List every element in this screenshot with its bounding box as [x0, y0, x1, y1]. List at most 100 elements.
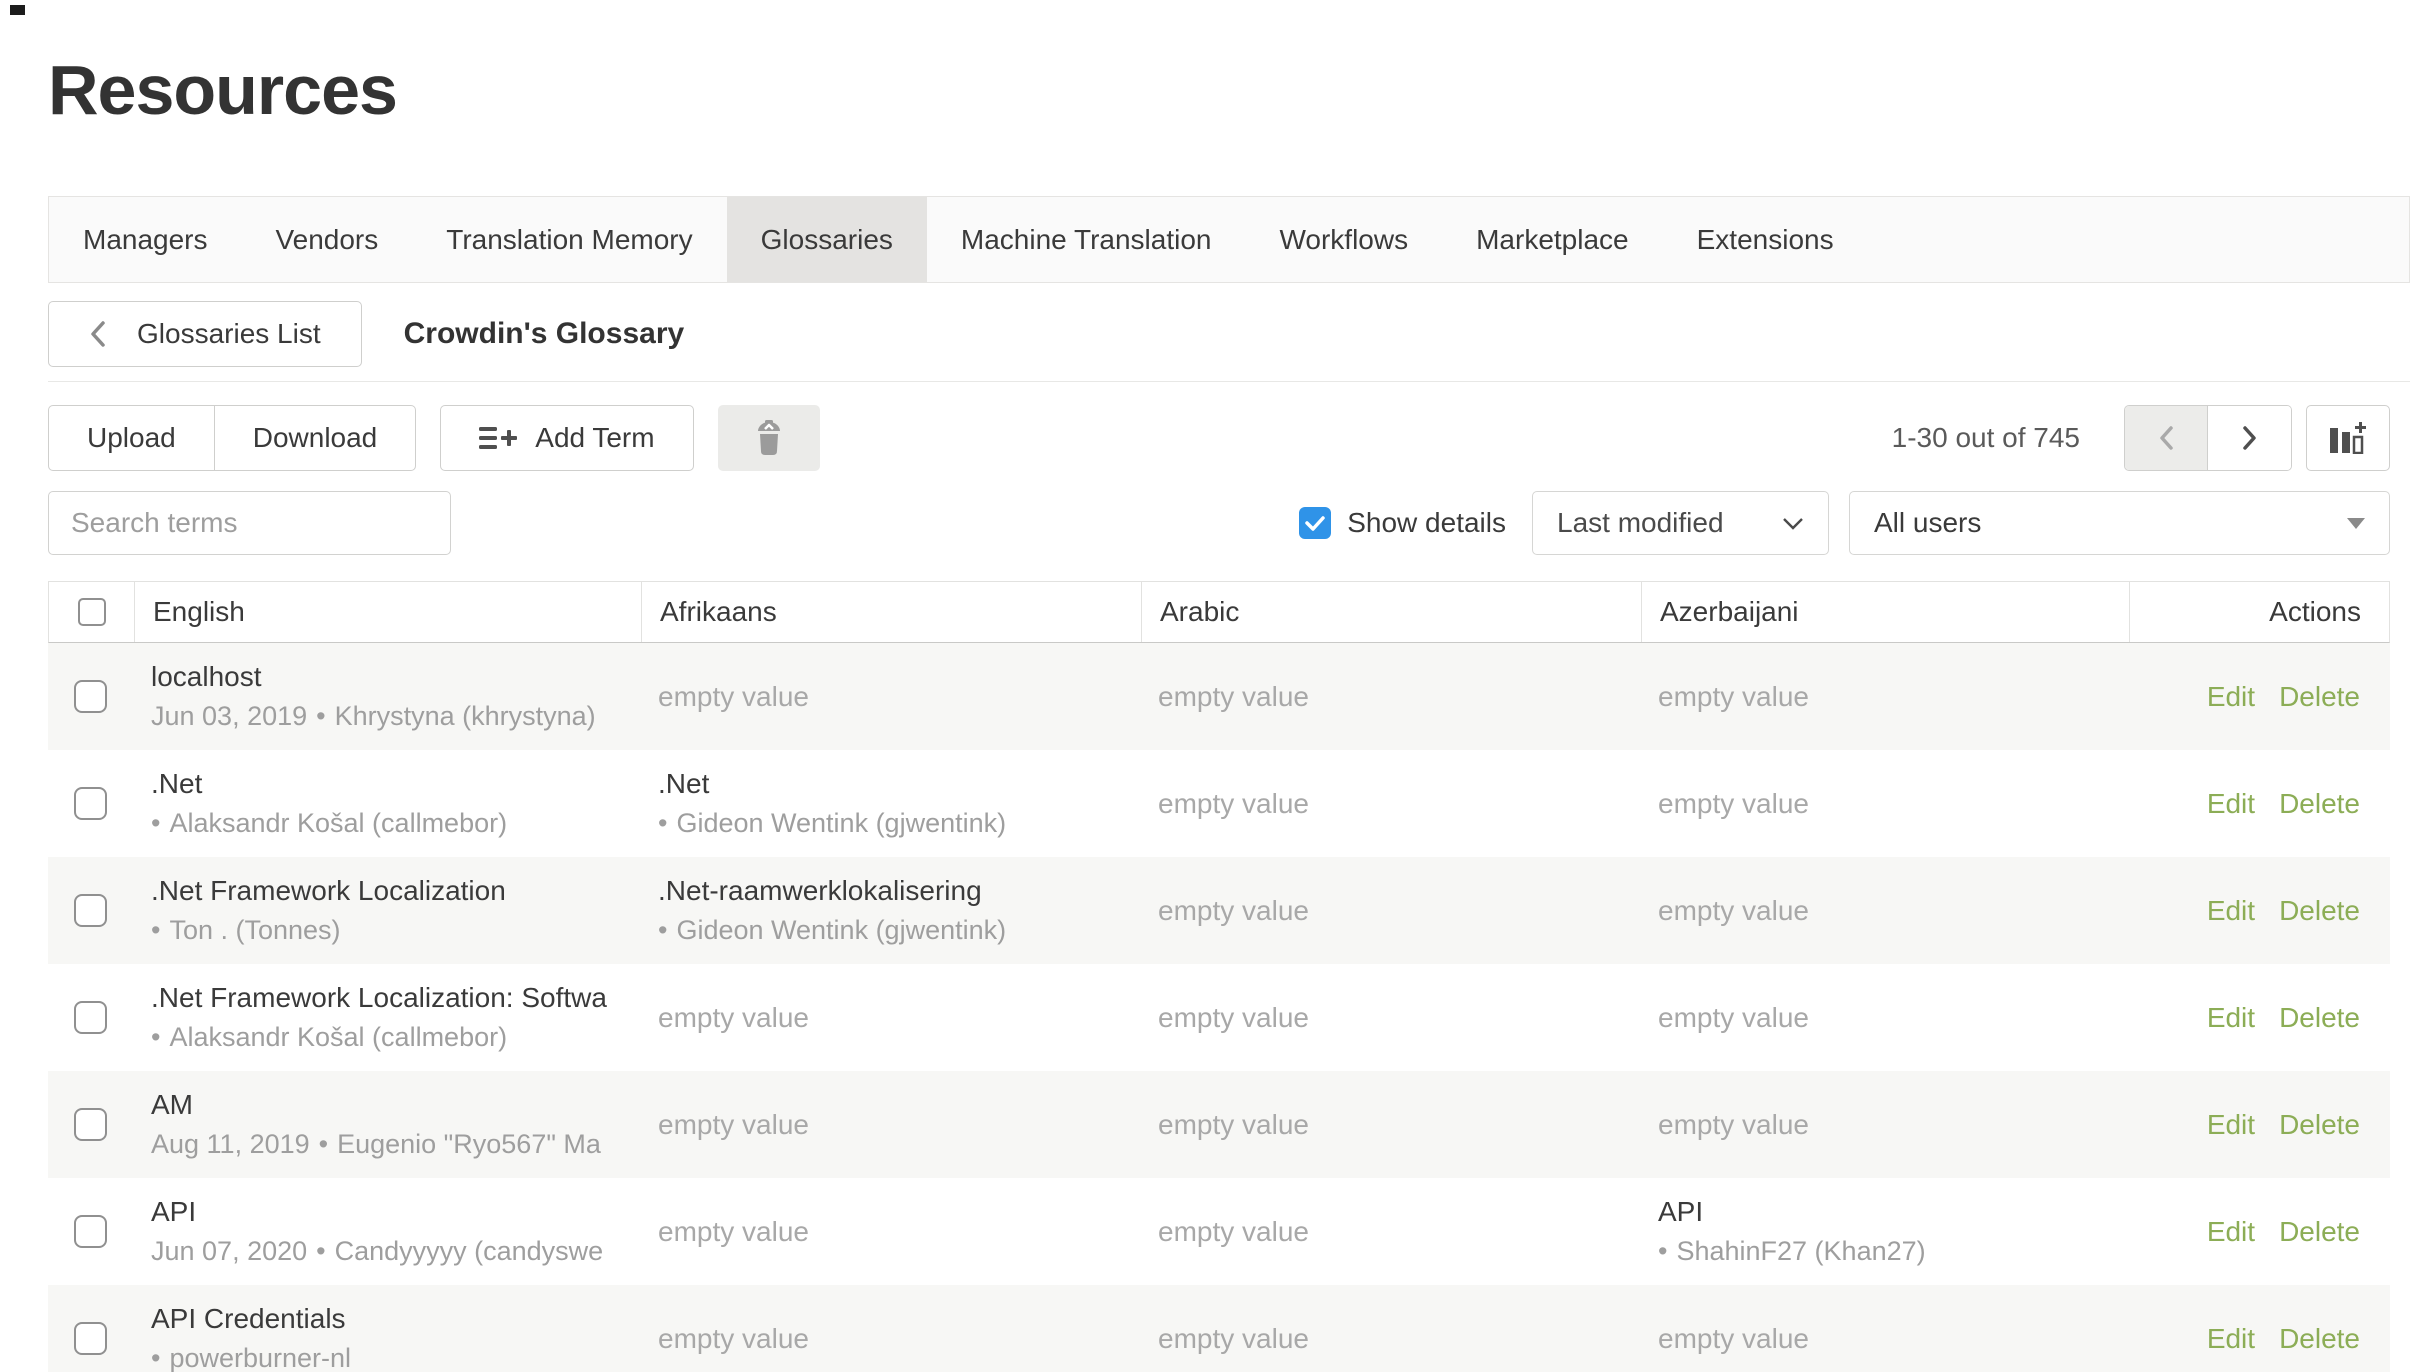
delete-link[interactable]: Delete [2279, 788, 2360, 820]
tab-extensions[interactable]: Extensions [1663, 197, 1868, 282]
empty-value: empty value [1158, 1002, 1622, 1034]
edit-link[interactable]: Edit [2207, 1323, 2255, 1355]
actions-cell: Edit Delete [2128, 643, 2390, 750]
term-cell-english: APIJun 07, 2020•Candyyyyy (candyswe [133, 1178, 640, 1285]
row-checkbox[interactable] [74, 1215, 107, 1248]
download-button[interactable]: Download [215, 405, 417, 471]
term-cell-afrikaans: empty value [640, 1071, 1140, 1178]
delete-link[interactable]: Delete [2279, 895, 2360, 927]
row-checkbox[interactable] [74, 1322, 107, 1355]
row-checkbox[interactable] [74, 1108, 107, 1141]
term-cell-arabic: empty value [1140, 964, 1640, 1071]
edit-link[interactable]: Edit [2207, 1109, 2255, 1141]
tab-marketplace[interactable]: Marketplace [1442, 197, 1663, 282]
delete-link[interactable]: Delete [2279, 681, 2360, 713]
term-cell-azerbaijani: empty value [1640, 1285, 2128, 1372]
glossaries-list-back-button[interactable]: Glossaries List [48, 301, 362, 367]
delete-link[interactable]: Delete [2279, 1002, 2360, 1034]
delete-link[interactable]: Delete [2279, 1109, 2360, 1141]
row-checkbox[interactable] [74, 1001, 107, 1034]
show-details-label: Show details [1347, 507, 1506, 539]
column-header-english: English [134, 582, 641, 642]
term-text: localhost [151, 659, 622, 695]
term-meta: •ShahinF27 (Khan27) [1658, 1233, 2110, 1269]
row-checkbox[interactable] [74, 894, 107, 927]
add-term-button[interactable]: Add Term [440, 405, 693, 471]
select-all-checkbox[interactable] [78, 598, 106, 626]
prev-page-button[interactable] [2125, 406, 2208, 470]
bullet-separator: • [151, 912, 160, 948]
show-details-checkbox[interactable] [1299, 507, 1331, 539]
edit-link[interactable]: Edit [2207, 895, 2255, 927]
add-term-label: Add Term [535, 422, 654, 454]
term-cell-afrikaans: .Net-raamwerklokalisering•Gideon Wentink… [640, 857, 1140, 964]
chevron-left-icon [89, 320, 107, 348]
term-meta: Jun 07, 2020•Candyyyyy (candyswe [151, 1233, 622, 1269]
term-meta: Jun 03, 2019•Khrystyna (khrystyna) [151, 698, 622, 734]
sort-select-value: Last modified [1557, 507, 1724, 539]
term-author: Khrystyna (khrystyna) [335, 698, 596, 734]
empty-value: empty value [658, 681, 1122, 713]
term-cell-afrikaans: .Net•Gideon Wentink (gjwentink) [640, 750, 1140, 857]
term-author: Ton . (Tonnes) [169, 912, 340, 948]
tab-managers[interactable]: Managers [49, 197, 242, 282]
tab-glossaries[interactable]: Glossaries [727, 197, 927, 282]
check-icon [1305, 515, 1325, 532]
bullet-separator: • [658, 805, 667, 841]
empty-value: empty value [1658, 788, 2110, 820]
table-row: .Net •Alaksandr Košal (callmebor) .Net•Gid… [48, 750, 2390, 857]
chevron-down-icon [1782, 517, 1804, 530]
bullet-separator: • [316, 1233, 325, 1269]
delete-link[interactable]: Delete [2279, 1323, 2360, 1355]
tab-translation-memory[interactable]: Translation Memory [412, 197, 726, 282]
users-select-value: All users [1874, 507, 1981, 539]
edit-link[interactable]: Edit [2207, 788, 2255, 820]
table-header: English Afrikaans Arabic Azerbaijani Act… [48, 581, 2390, 643]
search-input[interactable] [48, 491, 451, 555]
edit-link[interactable]: Edit [2207, 1216, 2255, 1248]
sort-select[interactable]: Last modified [1532, 491, 1829, 555]
delete-selected-button[interactable] [718, 405, 820, 471]
term-cell-azerbaijani: empty value [1640, 750, 2128, 857]
row-checkbox-cell [48, 750, 133, 857]
term-author: Eugenio "Ryo567" Ma [337, 1126, 601, 1162]
delete-link[interactable]: Delete [2279, 1216, 2360, 1248]
row-checkbox[interactable] [74, 787, 107, 820]
empty-value: empty value [1158, 1109, 1622, 1141]
row-checkbox-cell [48, 1071, 133, 1178]
empty-value: empty value [1658, 1323, 2110, 1355]
page-title: Resources [48, 45, 2435, 136]
term-cell-azerbaijani: empty value [1640, 1071, 2128, 1178]
term-cell-english: AMAug 11, 2019•Eugenio "Ryo567" Ma [133, 1071, 640, 1178]
tab-workflows[interactable]: Workflows [1245, 197, 1442, 282]
row-checkbox-cell [48, 964, 133, 1071]
term-cell-azerbaijani: empty value [1640, 857, 2128, 964]
term-text: .Net [658, 766, 1122, 802]
term-author: Candyyyyy (candyswe [335, 1233, 604, 1269]
upload-button[interactable]: Upload [48, 405, 215, 471]
empty-value: empty value [1158, 788, 1622, 820]
row-checkbox-cell [48, 857, 133, 964]
term-meta: •Alaksandr Košal (callmebor) [151, 805, 622, 841]
edit-link[interactable]: Edit [2207, 1002, 2255, 1034]
table-row: AMAug 11, 2019•Eugenio "Ryo567" Maempty … [48, 1071, 2390, 1178]
term-cell-arabic: empty value [1140, 1178, 1640, 1285]
resources-tabs: ManagersVendorsTranslation MemoryGlossar… [48, 196, 2410, 283]
term-author: Gideon Wentink (gjwentink) [676, 805, 1006, 841]
glossary-table: English Afrikaans Arabic Azerbaijani Act… [48, 581, 2390, 1372]
term-cell-azerbaijani: empty value [1640, 964, 2128, 1071]
term-meta: •Gideon Wentink (gjwentink) [658, 805, 1122, 841]
users-select[interactable]: All users [1849, 491, 2390, 555]
next-page-button[interactable] [2208, 406, 2291, 470]
tab-machine-translation[interactable]: Machine Translation [927, 197, 1246, 282]
row-checkbox-cell [48, 1178, 133, 1285]
filters-bar: Show details Last modified All users [48, 491, 2390, 555]
term-cell-english: .Net Framework Localization•Ton . (Tonne… [133, 857, 640, 964]
tab-vendors[interactable]: Vendors [242, 197, 413, 282]
show-details-toggle[interactable]: Show details [1299, 507, 1506, 539]
edit-link[interactable]: Edit [2207, 681, 2255, 713]
table-row: .Net Framework Localization•Ton . (Tonne… [48, 857, 2390, 964]
term-author: ShahinF27 (Khan27) [1676, 1233, 1925, 1269]
row-checkbox[interactable] [74, 680, 107, 713]
manage-columns-button[interactable] [2306, 405, 2390, 471]
